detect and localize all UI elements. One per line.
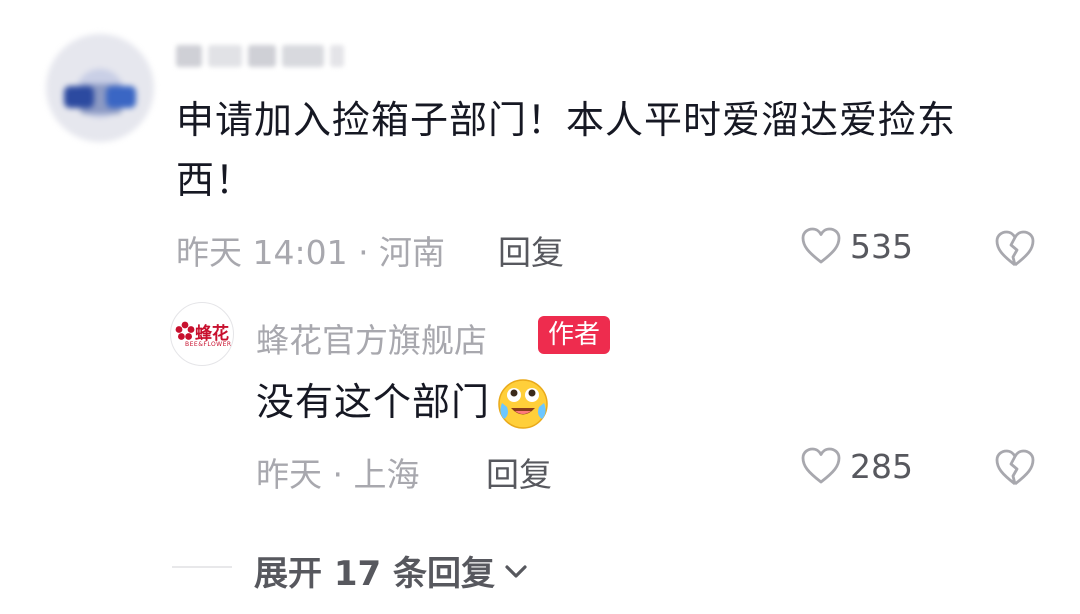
author-badge: 作者 — [538, 316, 611, 354]
broken-heart-icon — [995, 230, 1035, 267]
broken-heart-icon — [995, 449, 1035, 486]
reply-dislike-button[interactable] — [994, 448, 1036, 492]
comment-like-count: 535 — [850, 226, 913, 266]
reply-like-button[interactable]: 285 — [800, 446, 913, 486]
crying-laughing-emoji-icon — [498, 379, 548, 429]
comment-reply-button[interactable]: 回复 — [498, 226, 564, 274]
commenter-username-blurred[interactable] — [176, 38, 344, 74]
comment-text: 申请加入捡箱子部门！本人平时爱溜达爱捡东西！ — [176, 98, 957, 202]
expand-divider — [172, 566, 232, 568]
heart-icon — [801, 227, 841, 264]
commenter-avatar[interactable] — [46, 34, 154, 142]
reply-time-location: 昨天 · 上海 — [256, 455, 420, 494]
comment-time-location: 昨天 14:01 · 河南 — [176, 233, 446, 272]
reply-text: 没有这个部门 — [256, 380, 491, 424]
flower-logo-icon — [175, 321, 195, 340]
reply-like-count: 285 — [850, 446, 913, 486]
expand-replies-label: 展开 17 条回复 — [254, 554, 495, 594]
author-name[interactable]: 蜂花官方旗舰店 — [256, 314, 487, 362]
expand-replies-button[interactable]: 展开 17 条回复 — [254, 546, 531, 595]
chevron-down-icon — [505, 564, 527, 578]
reply-reply-button[interactable]: 回复 — [486, 448, 552, 496]
avatar-brand-subtext: BEE&FLOWER — [185, 341, 232, 348]
author-avatar[interactable]: 蜂花 BEE&FLOWER — [170, 302, 234, 366]
comment-like-button[interactable]: 535 — [800, 226, 913, 266]
comment-dislike-button[interactable] — [994, 229, 1036, 273]
reply-text-row: 没有这个部门 — [256, 372, 552, 432]
heart-icon — [801, 447, 841, 484]
